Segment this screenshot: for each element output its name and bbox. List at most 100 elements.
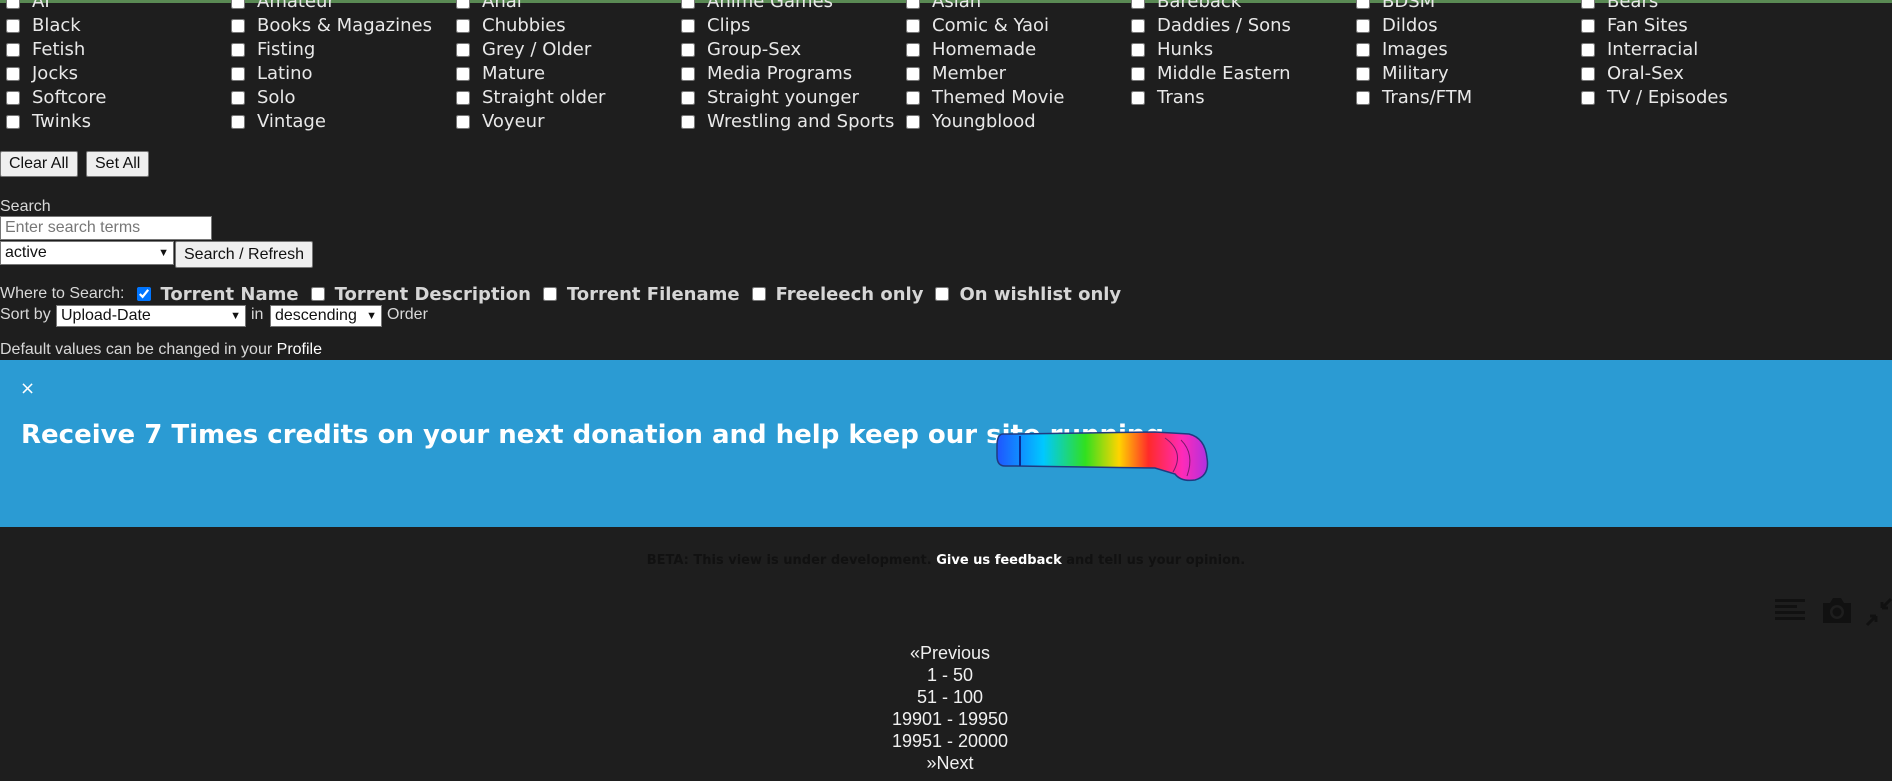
- category-item: Fan Sites: [1575, 14, 1688, 38]
- category-checkbox[interactable]: [6, 0, 20, 9]
- category-item: Trans/FTM: [1350, 86, 1472, 110]
- where-freeleech-label: Freeleech only: [775, 283, 924, 305]
- category-checkbox[interactable]: [681, 19, 695, 33]
- feedback-link[interactable]: Give us feedback: [936, 553, 1062, 568]
- category-checkbox[interactable]: [231, 0, 245, 9]
- category-checkbox[interactable]: [681, 91, 695, 105]
- sort-by-label: Sort by: [0, 306, 51, 323]
- category-checkbox[interactable]: [1356, 19, 1370, 33]
- where-torrent-description-label: Torrent Description: [334, 283, 531, 305]
- category-checkboxes: AI Amateur Anal Anime Games Asian Bareback BDS…: [0, 0, 1892, 142]
- category-checkbox[interactable]: [1581, 0, 1595, 9]
- sort-in-label: in: [251, 306, 264, 323]
- beta-prefix: BETA: This view is under development.: [646, 553, 932, 568]
- sort-field-select[interactable]: Upload-Date ▼: [56, 305, 246, 327]
- list-icon[interactable]: [1774, 594, 1806, 626]
- category-item: Anime Games: [675, 0, 833, 14]
- category-checkbox[interactable]: [231, 43, 245, 57]
- category-label: Youngblood: [932, 111, 1036, 132]
- category-checkbox[interactable]: [1131, 19, 1145, 33]
- category-checkbox[interactable]: [681, 115, 695, 129]
- previous-link[interactable]: «Previous: [0, 642, 1892, 664]
- category-checkbox[interactable]: [906, 19, 920, 33]
- set-all-button[interactable]: Set All: [86, 151, 150, 177]
- category-item: Member: [900, 62, 1006, 86]
- close-icon[interactable]: ×: [20, 378, 35, 399]
- category-checkbox[interactable]: [231, 91, 245, 105]
- where-torrent-filename-label: Torrent Filename: [566, 283, 740, 305]
- where-torrent-name-label: Torrent Name: [160, 283, 299, 305]
- clear-all-button[interactable]: Clear All: [0, 151, 78, 177]
- where-wishlist-checkbox[interactable]: [935, 287, 950, 301]
- defaults-note: Default values can be changed in your Pr…: [0, 341, 322, 359]
- chevron-down-icon: ▼: [230, 310, 241, 322]
- search-refresh-button[interactable]: Search / Refresh: [175, 241, 314, 268]
- category-item: Bareback: [1125, 0, 1241, 14]
- category-label: Voyeur: [482, 111, 545, 132]
- sort-order-select[interactable]: descending ▼: [270, 305, 382, 327]
- category-checkbox[interactable]: [1581, 43, 1595, 57]
- category-checkbox[interactable]: [1131, 67, 1145, 81]
- category-checkbox[interactable]: [456, 0, 470, 9]
- category-checkbox[interactable]: [1356, 91, 1370, 105]
- category-label: Dildos: [1382, 15, 1438, 36]
- category-checkbox[interactable]: [1356, 67, 1370, 81]
- category-item: Fetish: [0, 38, 85, 62]
- category-checkbox[interactable]: [906, 0, 920, 9]
- page-link[interactable]: 19951 - 20000: [0, 730, 1892, 752]
- collapse-icon[interactable]: [1864, 594, 1892, 628]
- category-label: Straight younger: [707, 87, 859, 108]
- category-checkbox[interactable]: [1581, 67, 1595, 81]
- category-checkbox[interactable]: [6, 43, 20, 57]
- category-label: Fetish: [32, 39, 86, 60]
- category-checkbox[interactable]: [6, 115, 20, 129]
- category-checkbox[interactable]: [1131, 43, 1145, 57]
- page-link[interactable]: 51 - 100: [0, 686, 1892, 708]
- next-link[interactable]: »Next: [0, 752, 1892, 774]
- category-checkbox[interactable]: [906, 115, 920, 129]
- category-checkbox[interactable]: [1131, 0, 1145, 9]
- category-checkbox[interactable]: [6, 19, 20, 33]
- category-checkbox[interactable]: [231, 67, 245, 81]
- category-label: AI: [32, 0, 50, 12]
- category-item: Clips: [675, 14, 750, 38]
- where-torrent-description-checkbox[interactable]: [310, 287, 325, 301]
- category-checkbox[interactable]: [681, 43, 695, 57]
- status-select[interactable]: active ▼: [0, 241, 174, 265]
- camera-icon[interactable]: [1820, 594, 1854, 626]
- page-link[interactable]: 1 - 50: [0, 664, 1892, 686]
- category-checkbox[interactable]: [906, 91, 920, 105]
- where-freeleech-checkbox[interactable]: [751, 287, 766, 301]
- category-checkbox[interactable]: [906, 43, 920, 57]
- category-checkbox[interactable]: [231, 19, 245, 33]
- where-torrent-name-checkbox[interactable]: [136, 287, 151, 301]
- category-checkbox[interactable]: [681, 0, 695, 9]
- category-checkbox[interactable]: [6, 91, 20, 105]
- category-checkbox[interactable]: [1131, 91, 1145, 105]
- category-label: Bears: [1607, 0, 1659, 12]
- status-select-value: active: [5, 244, 47, 261]
- category-checkbox[interactable]: [456, 115, 470, 129]
- where-torrent-filename-checkbox[interactable]: [542, 287, 557, 301]
- search-input[interactable]: [0, 216, 212, 240]
- category-checkbox[interactable]: [1356, 0, 1370, 9]
- category-label: Media Programs: [707, 63, 853, 84]
- category-checkbox[interactable]: [6, 67, 20, 81]
- category-checkbox[interactable]: [231, 115, 245, 129]
- category-label: Bareback: [1157, 0, 1242, 12]
- category-checkbox[interactable]: [681, 67, 695, 81]
- category-item: Media Programs: [675, 62, 852, 86]
- category-item: Mature: [450, 62, 545, 86]
- category-checkbox[interactable]: [906, 67, 920, 81]
- category-checkbox[interactable]: [456, 19, 470, 33]
- category-checkbox[interactable]: [456, 43, 470, 57]
- page-link[interactable]: 19901 - 19950: [0, 708, 1892, 730]
- category-checkbox[interactable]: [456, 67, 470, 81]
- category-checkbox[interactable]: [1581, 91, 1595, 105]
- category-checkbox[interactable]: [1581, 19, 1595, 33]
- category-checkbox[interactable]: [456, 91, 470, 105]
- category-checkbox[interactable]: [1356, 43, 1370, 57]
- profile-link[interactable]: Profile: [277, 341, 322, 358]
- category-item: Twinks: [0, 110, 91, 134]
- category-label: Wrestling and Sports: [707, 111, 895, 132]
